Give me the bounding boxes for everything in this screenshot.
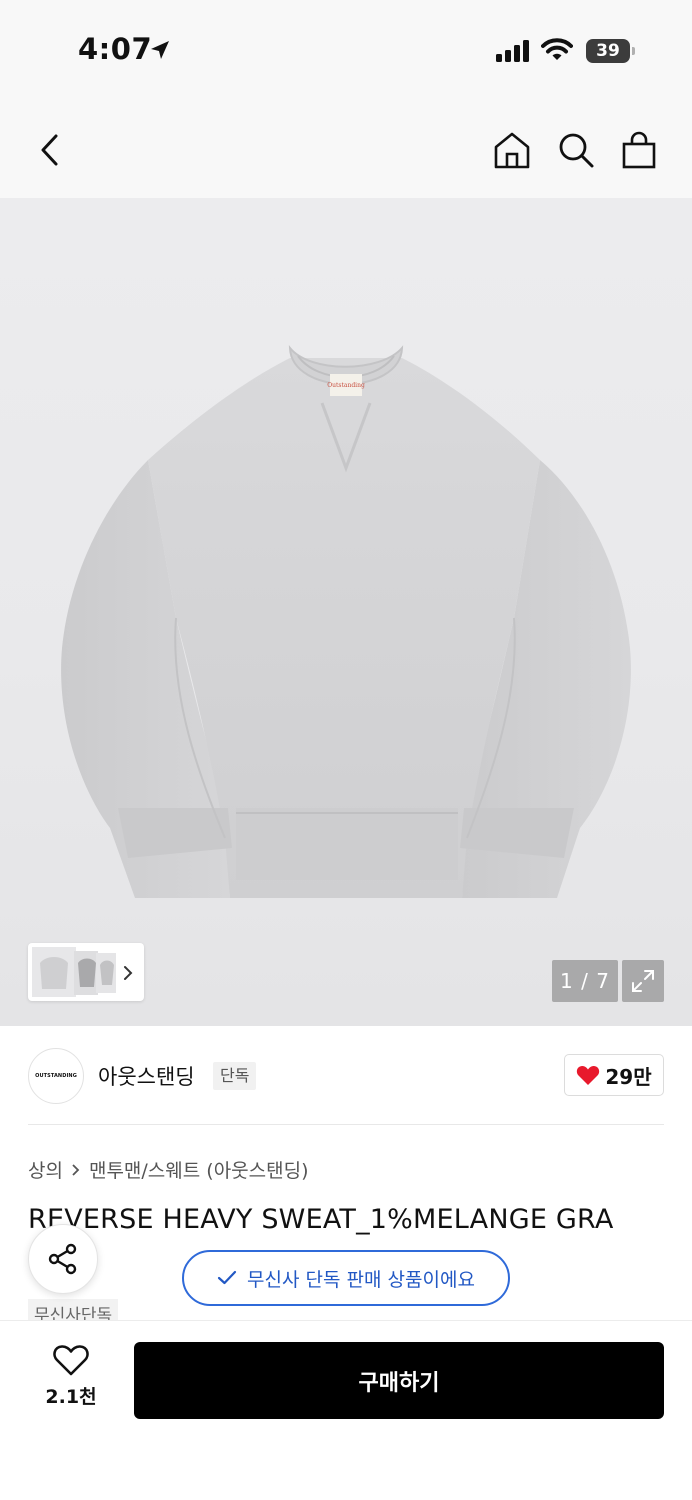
share-icon	[48, 1243, 77, 1275]
breadcrumb-item-top[interactable]: 상의	[28, 1156, 63, 1183]
heart-outline-icon	[53, 1345, 89, 1376]
breadcrumb-item-category[interactable]: 맨투맨/스웨트 (아웃스탠딩)	[89, 1156, 309, 1183]
status-bar: 4:07 39	[0, 0, 692, 100]
exclusive-badge: 단독	[213, 1062, 257, 1090]
heart-filled-icon	[577, 1065, 600, 1085]
cellular-signal-icon	[496, 40, 529, 62]
thumbnail-strip[interactable]	[28, 943, 144, 1001]
battery-icon: 39	[586, 39, 630, 63]
divider	[28, 1124, 664, 1125]
breadcrumb: 상의 맨투맨/스웨트 (아웃스탠딩)	[28, 1156, 309, 1183]
brand-logo[interactable]: OUTSTANDING	[28, 1048, 84, 1104]
chevron-right-icon	[72, 1163, 80, 1176]
exclusive-notice-text: 무신사 단독 판매 상품이에요	[247, 1268, 475, 1291]
search-icon	[559, 133, 594, 168]
exclusive-notice: 무신사 단독 판매 상품이에요	[182, 1250, 510, 1306]
share-button[interactable]	[28, 1224, 98, 1294]
battery-tip	[632, 47, 635, 55]
brand-name[interactable]: 아웃스탠딩	[98, 1061, 195, 1091]
checkmark-icon	[217, 1270, 237, 1285]
thumbnail-next-icon[interactable]	[122, 965, 134, 981]
product-image[interactable]: Outstanding	[0, 198, 692, 1026]
fullscreen-button[interactable]	[622, 960, 664, 1002]
status-time: 4:07	[78, 32, 153, 66]
home-button[interactable]	[490, 126, 534, 174]
shopping-bag-icon	[622, 131, 656, 169]
location-arrow-icon	[151, 41, 169, 59]
cart-button[interactable]	[617, 126, 661, 174]
image-counter: 1 / 7	[552, 960, 618, 1002]
sweatshirt-image: Outstanding	[61, 344, 631, 898]
home-icon	[494, 132, 530, 169]
expand-icon	[632, 970, 654, 992]
wifi-icon	[541, 38, 573, 60]
product-title: REVERSE HEAVY SWEAT_1%MELANGE GRA	[28, 1204, 614, 1235]
wishlist-button[interactable]: 2.1천	[36, 1344, 106, 1416]
wishlist-count: 2.1천	[45, 1386, 97, 1408]
search-button[interactable]	[554, 126, 598, 174]
buy-button[interactable]: 구매하기	[134, 1342, 664, 1419]
brand-logo-text: OUTSTANDING	[35, 1073, 77, 1079]
brand-like-count: 29만	[605, 1064, 652, 1089]
back-icon	[41, 134, 58, 166]
brand-like-button[interactable]: 29만	[564, 1054, 664, 1096]
garment-label-text: Outstanding	[327, 382, 365, 389]
back-button[interactable]	[28, 126, 72, 174]
